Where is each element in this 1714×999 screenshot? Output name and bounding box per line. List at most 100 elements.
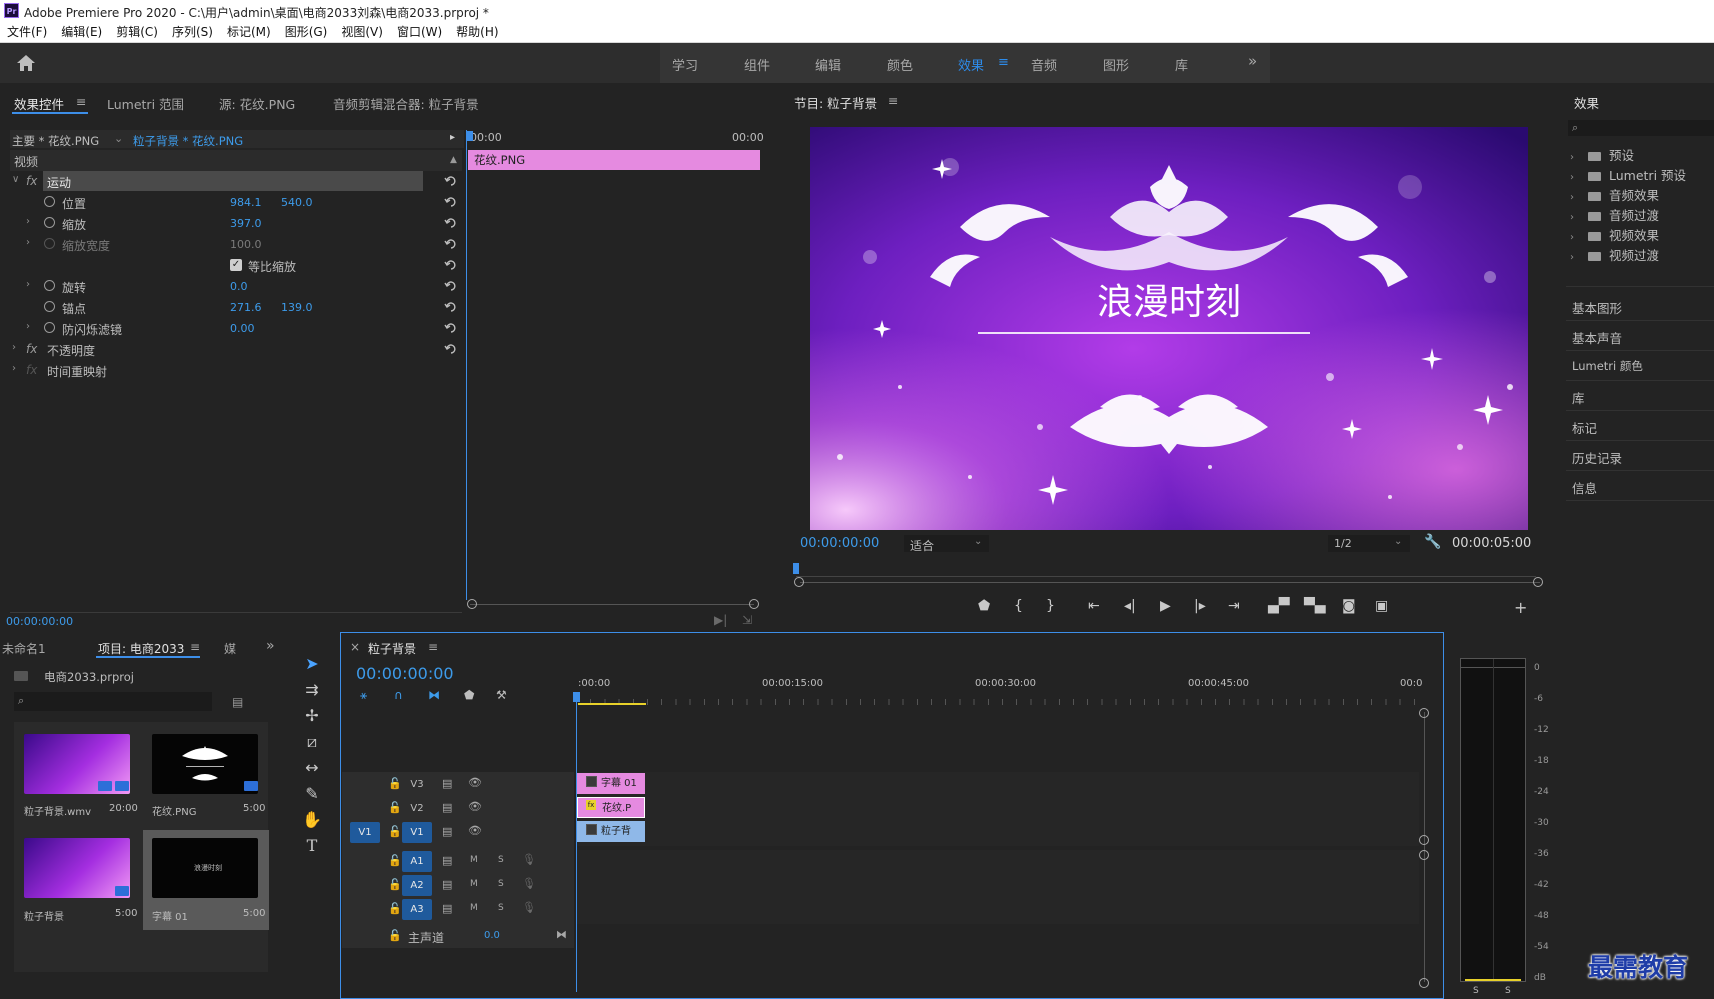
sync-lock-icon[interactable]: ▤ bbox=[442, 902, 452, 915]
menu-help[interactable]: 帮助(H) bbox=[449, 22, 505, 42]
add-marker-icon[interactable]: ⬟ bbox=[978, 598, 990, 614]
thumbnail-title-01[interactable]: 浪漫时刻 bbox=[152, 838, 258, 898]
effects-item-lumetri-presets[interactable]: › Lumetri 预设 bbox=[1570, 165, 1686, 184]
lock-icon[interactable]: 🔓 bbox=[388, 801, 402, 814]
mark-out-icon[interactable]: } bbox=[1046, 598, 1055, 614]
reset-icon[interactable] bbox=[444, 258, 458, 272]
reset-icon[interactable] bbox=[444, 195, 458, 209]
mute-button[interactable]: M bbox=[470, 855, 478, 865]
fx-icon[interactable]: fx bbox=[26, 342, 37, 356]
program-scrub-bar[interactable] bbox=[800, 582, 1540, 583]
program-title[interactable]: 节目: 粒子背景 bbox=[794, 93, 877, 112]
lock-icon[interactable]: 🔓 bbox=[388, 929, 402, 942]
chevron-right-icon[interactable]: › bbox=[12, 363, 16, 374]
playhead-icon[interactable] bbox=[573, 692, 580, 702]
sync-lock-icon[interactable]: ▤ bbox=[442, 854, 452, 867]
workspace-assembly[interactable]: 组件 bbox=[744, 55, 770, 74]
panel-history[interactable]: 历史记录 bbox=[1572, 448, 1622, 467]
mute-button[interactable]: M bbox=[470, 903, 478, 913]
sequence-clip-label[interactable]: 粒子背景 * 花纹.PNG bbox=[133, 133, 243, 149]
tab-untitled[interactable]: 未命名1 bbox=[2, 640, 46, 657]
lift-icon[interactable]: ▄▀ bbox=[1268, 598, 1290, 614]
microphone-icon[interactable]: 🎙 bbox=[522, 853, 536, 866]
chevron-right-icon[interactable]: › bbox=[26, 237, 30, 248]
tab-menu-icon[interactable]: ≡ bbox=[76, 94, 86, 109]
new-bin-icon[interactable]: ▤ bbox=[232, 695, 243, 709]
menu-clip[interactable]: 剪辑(C) bbox=[109, 22, 165, 42]
stopwatch-icon[interactable] bbox=[44, 196, 55, 207]
wrench-icon[interactable]: ⚒ bbox=[496, 688, 507, 702]
chevron-right-icon[interactable]: › bbox=[26, 321, 30, 332]
tab-source[interactable]: 源: 花纹.PNG bbox=[219, 94, 295, 113]
source-patch-v1[interactable]: V1 bbox=[350, 822, 380, 843]
home-icon[interactable] bbox=[16, 53, 36, 73]
solo-button[interactable]: S bbox=[498, 903, 504, 913]
program-timecode[interactable]: 00:00:00:00 bbox=[800, 536, 879, 551]
collapse-icon[interactable]: ▲ bbox=[450, 155, 457, 165]
workspace-graphics[interactable]: 图形 bbox=[1103, 55, 1129, 74]
reset-icon[interactable] bbox=[444, 174, 458, 188]
filter-icon[interactable]: ▶| bbox=[714, 613, 727, 627]
track-target-a1[interactable]: A1 bbox=[402, 851, 432, 872]
eye-icon[interactable]: 👁 bbox=[468, 800, 482, 813]
more-tabs-icon[interactable]: » bbox=[266, 638, 275, 654]
workspace-more-icon[interactable]: » bbox=[1248, 52, 1257, 70]
stopwatch-icon[interactable] bbox=[44, 217, 55, 228]
workspace-color[interactable]: 颜色 bbox=[887, 55, 913, 74]
workspace-editing[interactable]: 编辑 bbox=[815, 55, 841, 74]
scroll-handle-icon[interactable] bbox=[1533, 577, 1543, 587]
effects-title[interactable]: 效果 bbox=[1574, 93, 1599, 112]
master-volume-value[interactable]: 0.0 bbox=[484, 930, 500, 941]
anchor-x-value[interactable]: 271.6 bbox=[230, 301, 262, 314]
lock-icon[interactable]: 🔓 bbox=[388, 878, 402, 891]
meter-solo-right[interactable]: S bbox=[1505, 986, 1511, 996]
scroll-handle-icon[interactable] bbox=[1419, 708, 1429, 718]
scroll-handle-icon[interactable] bbox=[749, 599, 759, 609]
tab-effect-controls[interactable]: 效果控件 bbox=[14, 94, 64, 113]
tab-audio-clip-mixer[interactable]: 音频剪辑混合器: 粒子背景 bbox=[333, 94, 479, 113]
workspace-menu-icon[interactable]: ≡ bbox=[998, 55, 1009, 70]
workspace-audio[interactable]: 音频 bbox=[1031, 55, 1057, 74]
menu-file[interactable]: 文件(F) bbox=[0, 22, 54, 42]
scroll-handle-icon[interactable] bbox=[794, 577, 804, 587]
work-area-bar[interactable] bbox=[578, 703, 646, 705]
solo-button[interactable]: S bbox=[498, 879, 504, 889]
eye-icon[interactable]: 👁 bbox=[468, 824, 482, 837]
eye-icon[interactable]: 👁 bbox=[468, 776, 482, 789]
sync-lock-icon[interactable]: ▤ bbox=[442, 878, 452, 891]
lock-icon[interactable]: 🔓 bbox=[388, 854, 402, 867]
lock-icon[interactable]: 🔓 bbox=[388, 825, 402, 838]
effects-search[interactable]: ⌕ bbox=[1568, 120, 1714, 136]
effects-item-presets[interactable]: › 预设 bbox=[1570, 145, 1634, 164]
track-target-v3[interactable]: V3 bbox=[402, 774, 432, 795]
panel-essential-sound[interactable]: 基本声音 bbox=[1572, 328, 1622, 347]
menu-view[interactable]: 视图(V) bbox=[334, 22, 390, 42]
panel-lumetri-color[interactable]: Lumetri 颜色 bbox=[1572, 358, 1643, 374]
stopwatch-icon[interactable] bbox=[44, 322, 55, 333]
anchor-y-value[interactable]: 139.0 bbox=[281, 301, 313, 314]
scroll-handle-icon[interactable] bbox=[1419, 978, 1429, 988]
reset-icon[interactable] bbox=[444, 237, 458, 251]
menu-window[interactable]: 窗口(W) bbox=[390, 22, 449, 42]
tab-media[interactable]: 媒 bbox=[224, 640, 236, 657]
close-icon[interactable]: × bbox=[350, 640, 360, 654]
extract-icon[interactable]: ▀▄ bbox=[1304, 598, 1326, 614]
chevron-right-icon[interactable]: › bbox=[26, 279, 30, 290]
slip-tool-icon[interactable]: ↔ bbox=[300, 756, 324, 780]
reset-icon[interactable] bbox=[444, 321, 458, 335]
meter-solo-left[interactable]: S bbox=[1473, 986, 1479, 996]
comparison-view-icon[interactable]: ▣ bbox=[1375, 598, 1388, 614]
microphone-icon[interactable]: 🎙 bbox=[522, 877, 536, 890]
program-video-frame[interactable]: 浪漫时刻 bbox=[810, 127, 1528, 530]
scroll-handle-icon[interactable] bbox=[1419, 850, 1429, 860]
menu-graphics[interactable]: 图形(G) bbox=[278, 22, 335, 42]
go-to-end-icon[interactable]: ⧓ bbox=[556, 928, 567, 941]
track-target-a3[interactable]: A3 bbox=[402, 899, 432, 920]
position-y-value[interactable]: 540.0 bbox=[281, 196, 313, 209]
antiflicker-value[interactable]: 0.00 bbox=[230, 322, 255, 335]
wrench-icon[interactable]: 🔧 bbox=[1424, 534, 1441, 550]
effects-item-video-transitions[interactable]: › 视频过渡 bbox=[1570, 245, 1659, 264]
go-to-out-icon[interactable]: ⇥ bbox=[1228, 598, 1240, 614]
panel-essential-graphics[interactable]: 基本图形 bbox=[1572, 298, 1622, 317]
ripple-edit-tool-icon[interactable]: ✢ bbox=[300, 704, 324, 728]
